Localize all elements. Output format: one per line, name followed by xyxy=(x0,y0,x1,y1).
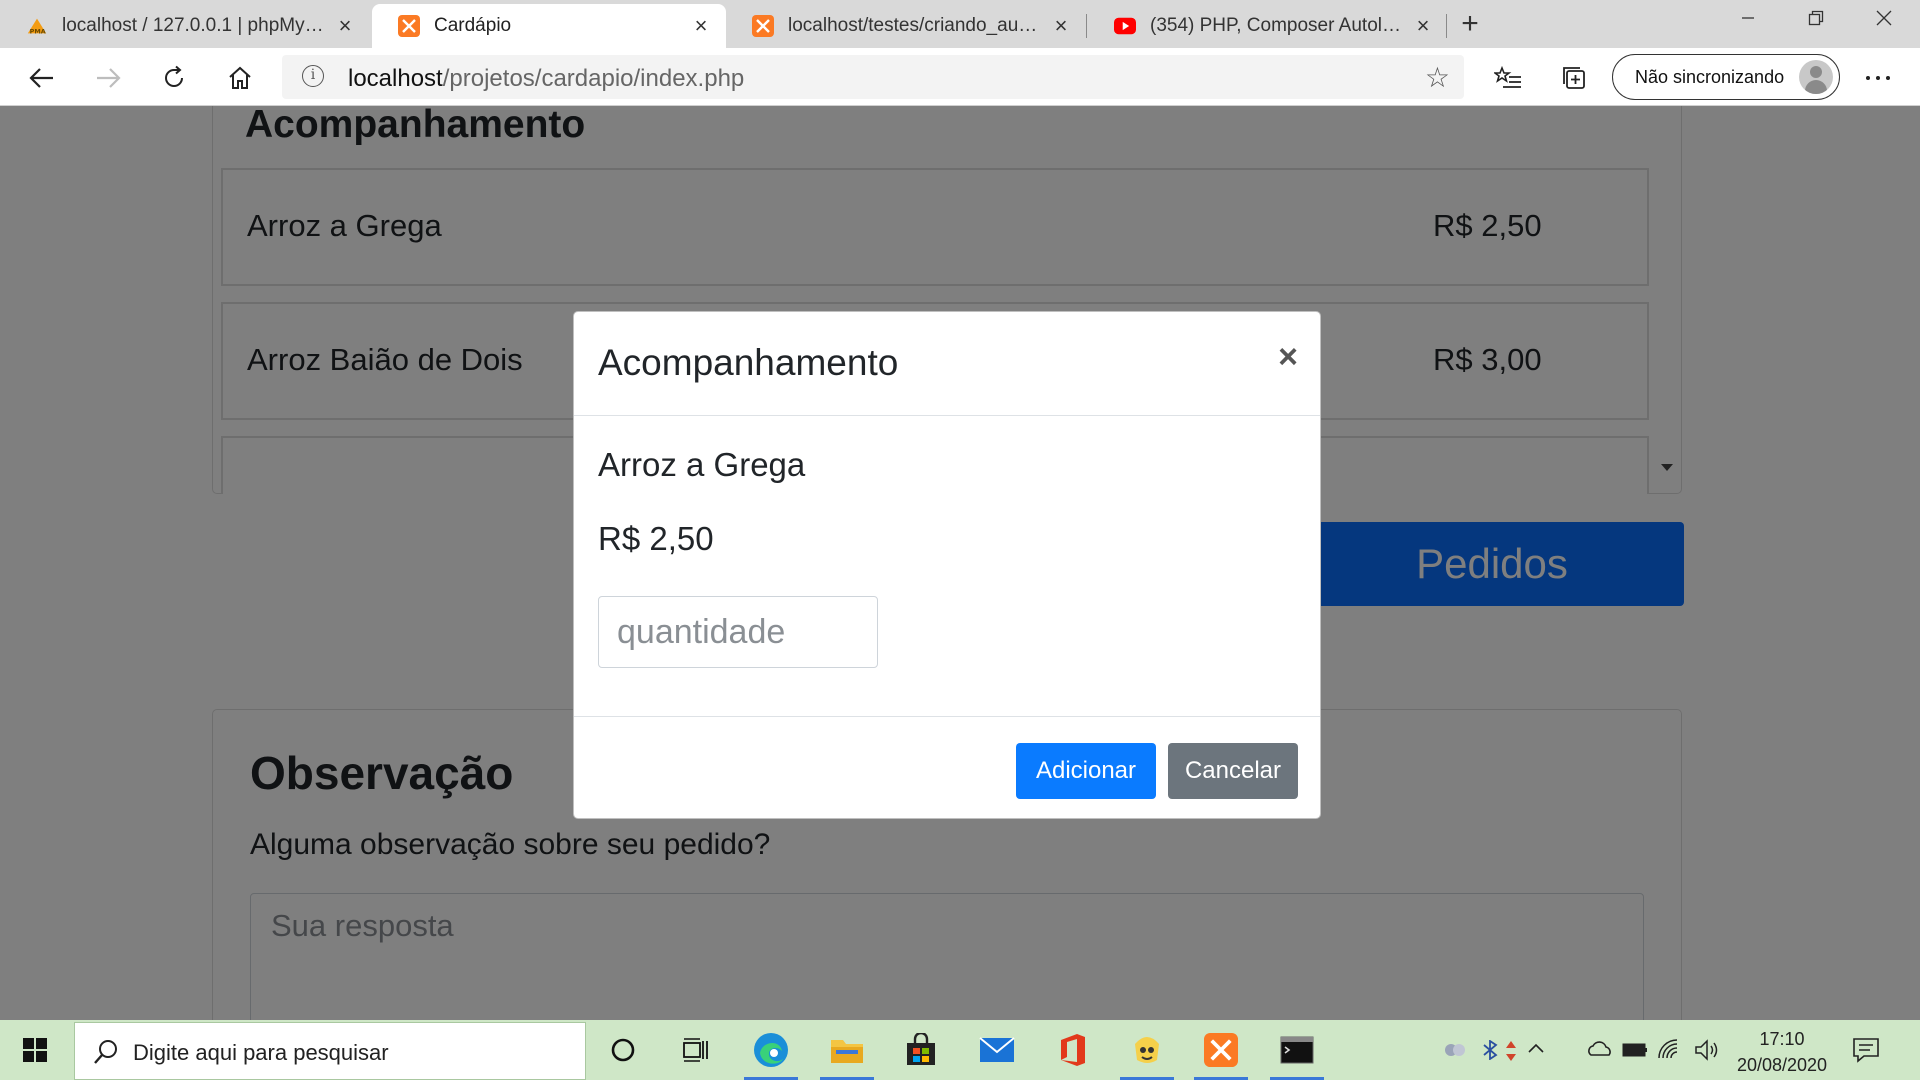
file-explorer-icon[interactable] xyxy=(812,1020,882,1080)
app-icon[interactable] xyxy=(1112,1020,1182,1080)
clock-time: 17:10 xyxy=(1759,1029,1805,1049)
tab-youtube[interactable]: (354) PHP, Composer Autoload e × xyxy=(1088,4,1448,48)
home-icon[interactable] xyxy=(220,58,260,98)
item-modal: Acompanhamento × Arroz a Grega R$ 2,50 A… xyxy=(573,311,1321,819)
system-clock[interactable]: 17:10 20/08/2020 xyxy=(1730,1026,1834,1078)
tab-title: localhost / 127.0.0.1 | phpMyAdmin xyxy=(62,15,326,36)
tab-title: localhost/testes/criando_autoload xyxy=(788,15,1042,36)
close-tab-icon[interactable]: × xyxy=(334,13,356,39)
task-view-icon[interactable] xyxy=(660,1020,730,1080)
modal-item-name: Arroz a Grega xyxy=(598,446,806,483)
cancel-button[interactable]: Cancelar xyxy=(1168,743,1298,799)
url-path: /projetos/cardapio/index.php xyxy=(442,65,745,92)
taskbar-search-box[interactable]: Digite aqui para pesquisar xyxy=(74,1022,586,1080)
sync-status-label: Não sincronizando xyxy=(1635,66,1785,87)
back-icon[interactable] xyxy=(22,58,62,98)
tab-separator xyxy=(1446,14,1447,38)
tray-app-icon[interactable] xyxy=(1444,1040,1466,1065)
url-text: localhost/projetos/cardapio/index.php xyxy=(348,65,744,93)
more-menu-icon[interactable] xyxy=(1858,58,1898,98)
refresh-icon[interactable] xyxy=(154,58,194,98)
terminal-icon[interactable] xyxy=(1262,1020,1332,1080)
phpmyadmin-icon: PMA xyxy=(26,15,48,37)
modal-footer: Adicionar Cancelar xyxy=(574,716,1320,820)
close-window-icon[interactable] xyxy=(1850,0,1918,36)
restore-icon[interactable] xyxy=(1782,0,1850,36)
tab-title: Cardápio xyxy=(434,15,512,36)
favorites-list-icon[interactable] xyxy=(1488,58,1528,98)
search-placeholder: Digite aqui para pesquisar xyxy=(133,1040,389,1065)
modal-item-price: R$ 2,50 xyxy=(598,520,714,557)
battery-icon[interactable] xyxy=(1622,1040,1648,1065)
tab-separator xyxy=(1086,14,1087,38)
onedrive-icon[interactable] xyxy=(1586,1038,1614,1065)
profile-sync-button[interactable]: Não sincronizando xyxy=(1612,54,1840,100)
minimize-icon[interactable] xyxy=(1714,0,1782,36)
search-icon xyxy=(91,1037,121,1067)
xampp-icon xyxy=(398,15,420,37)
add-button[interactable]: Adicionar xyxy=(1016,743,1156,799)
tab-title: (354) PHP, Composer Autoload e xyxy=(1150,15,1404,36)
new-tab-icon[interactable]: + xyxy=(1452,6,1488,42)
browser-toolbar: i localhost/projetos/cardapio/index.php … xyxy=(0,48,1920,106)
quantity-input[interactable] xyxy=(598,596,878,668)
favorite-star-icon[interactable]: ☆ xyxy=(1425,61,1450,94)
close-tab-icon[interactable]: × xyxy=(1050,13,1072,39)
svg-text:PMA: PMA xyxy=(30,27,46,35)
office-icon[interactable] xyxy=(1038,1020,1108,1080)
xampp-icon[interactable] xyxy=(1186,1020,1256,1080)
volume-icon[interactable] xyxy=(1694,1038,1722,1067)
tab-autoload[interactable]: localhost/testes/criando_autoload × xyxy=(726,4,1086,48)
system-tray xyxy=(1440,1020,1740,1080)
bluetooth-icon[interactable] xyxy=(1480,1039,1502,1065)
cortana-icon[interactable] xyxy=(588,1020,658,1080)
forward-icon[interactable] xyxy=(88,58,128,98)
mail-icon[interactable] xyxy=(962,1020,1032,1080)
modal-title: Acompanhamento xyxy=(598,342,899,383)
chevron-up-icon[interactable] xyxy=(1526,1038,1546,1065)
notification-center-icon[interactable] xyxy=(1852,1036,1880,1064)
tab-phpmyadmin[interactable]: PMA localhost / 127.0.0.1 | phpMyAdmin × xyxy=(0,4,370,48)
clock-date: 20/08/2020 xyxy=(1736,1055,1828,1075)
store-icon[interactable] xyxy=(886,1020,956,1080)
tray-app-icon[interactable] xyxy=(1504,1040,1518,1067)
edge-browser-icon[interactable] xyxy=(736,1020,806,1080)
taskbar: Digite aqui para pesquisar 17:10 20/08/2… xyxy=(0,1020,1920,1080)
tab-bar: PMA localhost / 127.0.0.1 | phpMyAdmin ×… xyxy=(0,0,1920,48)
youtube-icon xyxy=(1114,15,1136,37)
url-host: localhost xyxy=(348,65,443,92)
page-viewport: Acompanhamento Arroz a Grega R$ 2,50 Arr… xyxy=(0,106,1920,1020)
avatar xyxy=(1799,60,1833,94)
site-info-icon[interactable]: i xyxy=(302,65,324,87)
close-tab-icon[interactable]: × xyxy=(690,13,712,39)
windows-start-icon[interactable] xyxy=(0,1020,70,1080)
tab-cardapio[interactable]: Cardápio × xyxy=(372,4,726,48)
close-tab-icon[interactable]: × xyxy=(1412,13,1434,39)
collections-icon[interactable] xyxy=(1554,58,1594,98)
address-bar[interactable]: i localhost/projetos/cardapio/index.php … xyxy=(282,55,1464,99)
wifi-icon[interactable] xyxy=(1656,1038,1682,1067)
modal-header: Acompanhamento × xyxy=(574,312,1320,416)
close-icon[interactable]: × xyxy=(1278,338,1298,377)
xampp-icon xyxy=(752,15,774,37)
